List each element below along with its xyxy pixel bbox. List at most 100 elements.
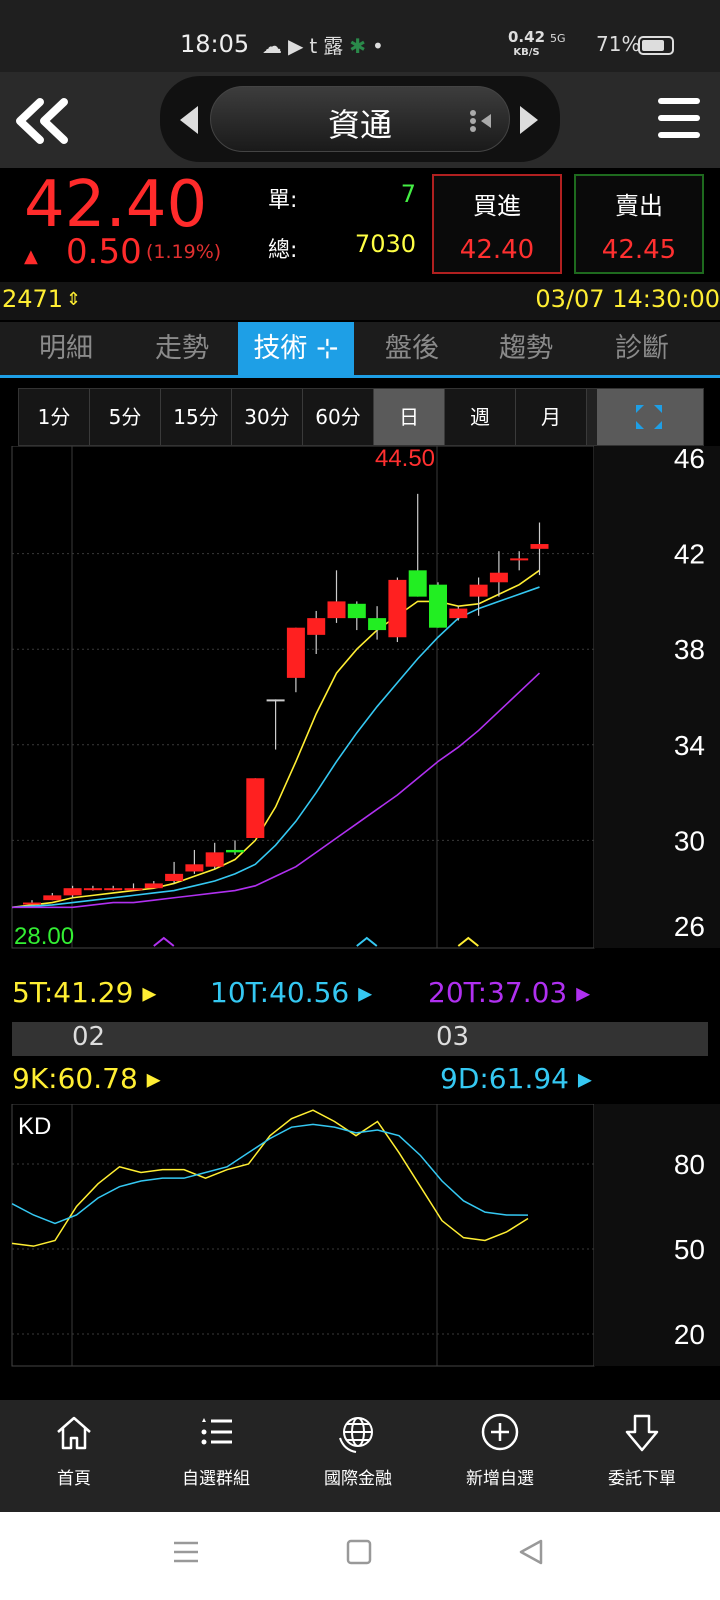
kd-y-tick-label: 80 (674, 1149, 705, 1180)
kd-y-tick-label: 20 (674, 1319, 705, 1350)
low-price-label: 28.00 (14, 923, 74, 950)
globe-icon (339, 1417, 373, 1453)
candle-body (388, 579, 407, 638)
drag-handle-icon[interactable] (469, 109, 495, 133)
chart-plot-area (11, 446, 595, 949)
candle-body (368, 618, 387, 631)
tab-label: 盤後 (385, 333, 439, 364)
nav-label: 新增自選 (466, 1469, 534, 1489)
home-button-icon[interactable] (345, 1538, 373, 1566)
kd-chart[interactable]: 80 50 20 KD (0, 1104, 720, 1400)
tab-1[interactable]: 走勢 (124, 322, 240, 375)
kd-title: KD (18, 1113, 51, 1140)
candle-body (347, 603, 366, 619)
status-time: 18:05 (180, 30, 250, 58)
hamburger-menu-icon[interactable] (658, 98, 700, 140)
period-button[interactable]: 週 (445, 389, 516, 445)
dot-icon: • (372, 34, 390, 58)
y-tick-label: 46 (674, 446, 705, 474)
signal-icon: 5G (550, 32, 566, 45)
period-button[interactable]: 5分 (90, 389, 161, 445)
tumblr-icon: t (309, 34, 324, 58)
period-button[interactable]: 60分 (303, 389, 374, 445)
kd-legend: 9K:60.78 ▸ 9D:61.94 ▸ (0, 1056, 720, 1106)
candle-body (124, 888, 143, 891)
nav-item-globe[interactable]: 國際金融 (286, 1400, 430, 1512)
prev-stock-arrow-icon[interactable] (178, 104, 200, 136)
candle-body (327, 601, 346, 619)
collapse-arrows-icon[interactable]: ⊹ (307, 333, 339, 364)
status-app-icons: ☁▶t露✱• (262, 30, 390, 59)
tab-3[interactable]: 盤後 (354, 322, 470, 375)
high-price-label: 44.50 (375, 446, 435, 472)
price-chart[interactable]: 46 42 38 34 30 26 44.50 28.00 (0, 446, 720, 966)
candle-body (530, 544, 549, 549)
info-strip: 2471 ⇕ 03/07 14:30:00 (0, 282, 720, 320)
order-arrow-icon (625, 1414, 659, 1452)
ma-legend-item[interactable]: 20T:37.03 ▸ (428, 976, 590, 1009)
stock-switcher: 資通 (160, 76, 560, 162)
date-axis: 02 03 (12, 1022, 708, 1056)
candle-body (226, 849, 244, 853)
flag-icon: ▸ (349, 976, 373, 1009)
buy-button[interactable]: 買進 42.40 (432, 174, 562, 274)
buy-price: 42.40 (459, 235, 535, 265)
y-tick-label: 34 (674, 730, 705, 761)
price-change-percent: (1.19%) (146, 241, 222, 263)
ma-legend-item[interactable]: 10T:40.56 ▸ (210, 976, 372, 1009)
nav-item-list[interactable]: 自選群組 (144, 1400, 288, 1512)
candle (246, 778, 265, 839)
fullscreen-button[interactable] (597, 389, 703, 445)
next-stock-arrow-icon[interactable] (518, 104, 540, 136)
y-tick-label: 38 (674, 634, 705, 665)
candle-body (449, 608, 468, 619)
tab-0[interactable]: 明細 (8, 322, 124, 375)
kd-legend-item[interactable]: 9K:60.78 ▸ (12, 1062, 161, 1095)
back-button-icon[interactable] (517, 1538, 545, 1566)
double-chevron-back-icon[interactable] (12, 96, 72, 146)
quote-panel: 42.40 ▲ 0.50 (1.19%) 單: 7 總: 7030 買進 42.… (0, 168, 720, 280)
list-icon (201, 1418, 232, 1445)
last-price: 42.40 (24, 168, 208, 242)
battery-icon (638, 36, 674, 55)
nav-item-add-circle[interactable]: 新增自選 (428, 1400, 572, 1512)
flag-icon: ▸ (137, 1062, 161, 1095)
period-button[interactable]: 日 (374, 389, 445, 445)
period-button[interactable]: 1分 (19, 389, 90, 445)
stock-name: 資通 (327, 106, 392, 144)
sell-button[interactable]: 賣出 42.45 (574, 174, 704, 274)
y-tick-label: 30 (674, 825, 705, 856)
nav-label: 首頁 (57, 1469, 91, 1489)
candle-body (307, 618, 326, 635)
system-nav-bar (0, 1512, 720, 1600)
expand-icon (636, 405, 662, 429)
period-button[interactable]: 15分 (161, 389, 232, 445)
candle (388, 577, 407, 643)
ma-legend-item[interactable]: 5T:41.29 ▸ (12, 976, 156, 1009)
nav-label: 自選群組 (182, 1469, 250, 1489)
candle-body (205, 852, 224, 867)
candle-body (83, 888, 102, 891)
tab-2[interactable]: 技術 ⊹ (238, 322, 354, 375)
stock-name-pill[interactable]: 資通 (210, 86, 510, 152)
tab-5[interactable]: 診斷 (584, 322, 700, 375)
candle-body (165, 873, 184, 882)
period-button[interactable]: 30分 (232, 389, 303, 445)
nav-item-home[interactable]: 首頁 (2, 1400, 146, 1512)
nav-item-order-arrow[interactable]: 委託下單 (570, 1400, 714, 1512)
period-button[interactable]: 月 (516, 389, 587, 445)
section-tabs: 明細 走勢 技術 ⊹ 盤後 趨勢 診斷 (0, 322, 720, 378)
tab-label: 診斷 (615, 333, 669, 364)
nav-label: 國際金融 (324, 1469, 392, 1489)
recent-apps-icon[interactable] (172, 1538, 200, 1566)
youtube-icon: ▶ (288, 34, 310, 58)
tab-4[interactable]: 趨勢 (468, 322, 584, 375)
up-down-signal-icon[interactable]: ⇕ (66, 289, 81, 310)
kd-legend-item[interactable]: 9D:61.94 ▸ (440, 1062, 592, 1095)
home-icon (57, 1416, 91, 1450)
candle-body (489, 572, 508, 583)
add-circle-icon (481, 1413, 519, 1451)
candle-body (408, 570, 427, 597)
stock-code: 2471 (2, 285, 64, 313)
candle-body (429, 584, 447, 628)
